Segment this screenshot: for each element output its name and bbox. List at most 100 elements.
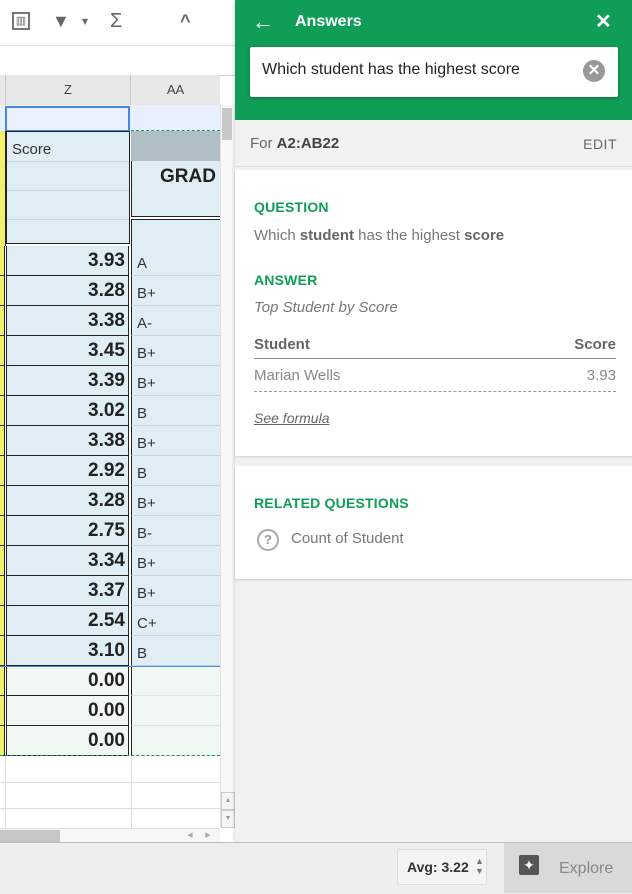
grade-header-band	[131, 131, 220, 161]
related-question-label[interactable]: Count of Student	[291, 530, 404, 547]
score-cell[interactable]: 3.45	[6, 336, 129, 366]
yellow-cell[interactable]	[0, 246, 5, 276]
grade-cell[interactable]: B	[131, 396, 220, 426]
formula-bar[interactable]	[0, 46, 235, 76]
yellow-cell[interactable]	[0, 546, 5, 576]
yellow-cell[interactable]	[0, 336, 5, 366]
grade-cell[interactable]: C+	[131, 606, 220, 636]
scroll-down-arrow-icon[interactable]: ▼	[221, 810, 235, 828]
yellow-cell[interactable]	[0, 666, 5, 696]
filter-dropdown-icon[interactable]: ▾	[82, 10, 88, 32]
sheet-row: 3.10 B	[0, 636, 220, 666]
scroll-right-arrow-icon[interactable]: ▶	[200, 830, 216, 842]
sheet-row: 3.38 A-	[0, 306, 220, 336]
score-cell[interactable]: 0.00	[6, 696, 129, 726]
question-input[interactable]	[262, 61, 572, 79]
grade-cell[interactable]: B+	[131, 336, 220, 366]
answer-card: QUESTION Which student has the highest s…	[235, 170, 632, 456]
yellow-cell[interactable]	[0, 636, 5, 666]
explore-icon: ✦	[519, 855, 539, 875]
grade-cell[interactable]	[131, 666, 220, 696]
yellow-cell[interactable]	[0, 396, 5, 426]
grade-cell[interactable]: A	[131, 246, 220, 276]
score-cell[interactable]: 2.75	[6, 516, 129, 546]
grade-cell[interactable]: B+	[131, 486, 220, 516]
question-text: Which student has the highest score	[254, 227, 505, 244]
grade-header-text: GRAD	[160, 166, 216, 187]
yellow-cell[interactable]	[0, 366, 5, 396]
sheet-row: 3.39 B+	[0, 366, 220, 396]
toolbar: ▥ ▼ ▾ Σ ^	[0, 0, 235, 46]
yellow-cell[interactable]	[0, 606, 5, 636]
yellow-cell[interactable]	[0, 456, 5, 486]
grade-cell[interactable]	[131, 696, 220, 726]
summary-stat-button[interactable]: Avg: 3.22 ▲ ▼	[397, 849, 487, 885]
grade-cell[interactable]	[131, 726, 220, 756]
scroll-left-arrow-icon[interactable]: ◀	[182, 830, 198, 842]
close-icon[interactable]: ✕	[595, 9, 612, 35]
back-arrow-icon[interactable]: ←	[252, 8, 274, 36]
yellow-cell[interactable]	[0, 306, 5, 336]
grade-cell[interactable]: A-	[131, 306, 220, 336]
yellow-cell[interactable]	[0, 276, 5, 306]
chart-icon[interactable]: ▥	[12, 12, 30, 30]
score-cell[interactable]: 3.02	[6, 396, 129, 426]
score-cell[interactable]: 0.00	[6, 666, 129, 696]
answer-score: 3.93	[586, 367, 616, 384]
sheet-row: 3.28 B+	[0, 276, 220, 306]
yellow-cell[interactable]	[0, 426, 5, 456]
grade-cell[interactable]: B+	[131, 576, 220, 606]
grade-cell[interactable]: B	[131, 636, 220, 666]
yellow-cell[interactable]	[0, 516, 5, 546]
filter-icon[interactable]: ▼	[52, 10, 70, 32]
yellow-cell[interactable]	[0, 486, 5, 516]
grade-cell[interactable]: B+	[131, 276, 220, 306]
sheet-row: 3.28 B+	[0, 486, 220, 516]
grade-cell[interactable]: B-	[131, 516, 220, 546]
grade-cell[interactable]: B+	[131, 546, 220, 576]
score-cell[interactable]: 2.54	[6, 606, 129, 636]
vertical-scroll-thumb[interactable]	[222, 108, 232, 140]
explore-button[interactable]: ✦ Explore	[504, 843, 632, 893]
yellow-cell[interactable]	[0, 696, 5, 726]
see-formula-link[interactable]: See formula	[254, 410, 329, 426]
score-cell[interactable]: 3.38	[6, 426, 129, 456]
answer-student: Marian Wells	[254, 367, 341, 384]
grade-cell[interactable]: B+	[131, 426, 220, 456]
yellow-cell[interactable]	[0, 576, 5, 606]
selection-border	[0, 666, 220, 667]
yellow-cell[interactable]	[0, 726, 5, 756]
grade-header-cell[interactable]: GRAD	[131, 161, 220, 217]
horizontal-scroll-thumb[interactable]	[0, 830, 60, 842]
score-header-text: Score	[12, 141, 52, 158]
active-cell[interactable]	[5, 106, 130, 132]
scroll-up-arrow-icon[interactable]: ▲	[221, 792, 235, 810]
column-header-aa[interactable]: AA	[131, 75, 220, 105]
functions-icon[interactable]: Σ	[110, 10, 122, 32]
data-rows: 3.93 A 3.28 B+ 3.38 A- 3.45 B+ 3.39 B+ 3.02 B 3.38 B+…	[0, 246, 220, 756]
sheet-row: 0.00	[0, 696, 220, 726]
score-cell[interactable]: 3.28	[6, 486, 129, 516]
score-cell[interactable]: 3.38	[6, 306, 129, 336]
grade-cell[interactable]: B+	[131, 366, 220, 396]
clear-search-icon[interactable]: ✕	[583, 60, 605, 82]
score-cell[interactable]: 3.28	[6, 276, 129, 306]
score-header-cell[interactable]: Score	[6, 131, 130, 244]
edit-range-button[interactable]: EDIT	[583, 136, 617, 152]
sheet-row: 3.93 A	[0, 246, 220, 276]
explore-label: Explore	[559, 860, 614, 877]
column-header-z[interactable]: Z	[6, 75, 131, 105]
sheet-row: 0.00	[0, 666, 220, 696]
score-cell[interactable]: 3.39	[6, 366, 129, 396]
score-cell[interactable]: 3.10	[6, 636, 129, 666]
sheet-row: 3.34 B+	[0, 546, 220, 576]
score-cell[interactable]: 3.37	[6, 576, 129, 606]
score-cell[interactable]: 0.00	[6, 726, 129, 756]
grade-cell[interactable]: B	[131, 456, 220, 486]
collapse-toolbar-icon[interactable]: ^	[180, 10, 191, 32]
score-cell[interactable]: 2.92	[6, 456, 129, 486]
range-value: A2:AB22	[276, 135, 340, 152]
vertical-scrollbar[interactable]	[220, 105, 235, 827]
score-cell[interactable]: 3.34	[6, 546, 129, 576]
score-cell[interactable]: 3.93	[6, 246, 129, 276]
